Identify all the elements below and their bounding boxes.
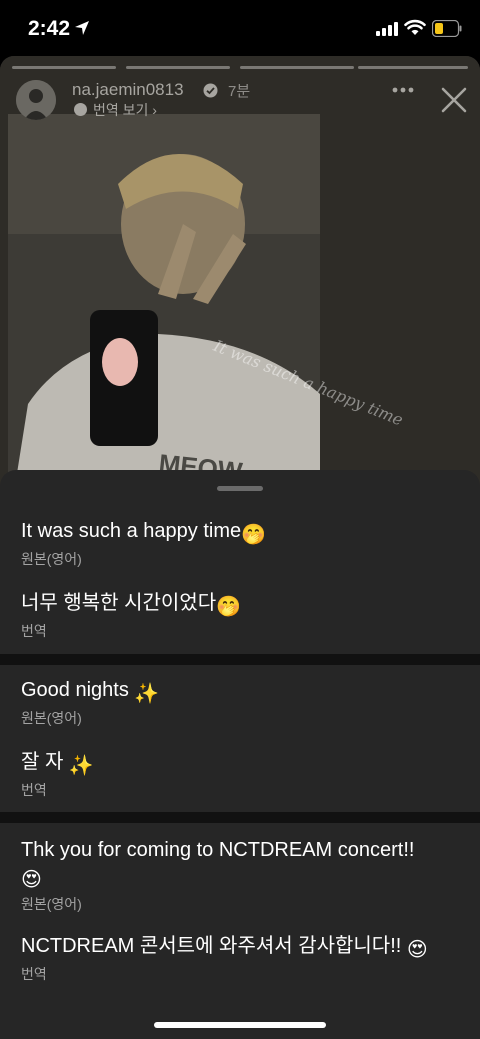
home-indicator[interactable]: [154, 1022, 326, 1028]
translation-entry: Thk you for coming to NCTDREAM concert!!…: [21, 837, 461, 914]
entry-label: 번역: [21, 966, 47, 982]
entry-text: NCTDREAM 콘서트에 와주셔서 감사합니다!!: [21, 935, 407, 957]
translation-entry: NCTDREAM 콘서트에 와주셔서 감사합니다!! 😍 번역: [21, 933, 461, 984]
entry-text: 잘 자: [21, 751, 69, 773]
sparkles-emoji: ✨: [68, 755, 94, 777]
entry-label: 번역: [21, 623, 47, 639]
translation-sheet: It was such a happy time🤭 원본(영어) 너무 행복한 …: [0, 470, 480, 1039]
section-divider: [0, 654, 480, 665]
section-divider: [0, 812, 480, 823]
location-arrow-icon: [75, 21, 89, 35]
close-icon[interactable]: [440, 86, 468, 114]
see-translation-link[interactable]: 번역 보기 ›: [74, 100, 157, 120]
entry-label: 번역: [21, 782, 47, 798]
entry-label: 원본(영어): [21, 710, 82, 726]
translation-entry: It was such a happy time🤭 원본(영어): [21, 518, 266, 569]
entry-text: 너무 행복한 시간이었다: [21, 592, 217, 614]
story-time-ago: 7분: [228, 83, 251, 100]
translation-entry: Good nights ✨ 원본(영어): [21, 677, 159, 728]
hand-over-mouth-emoji: 🤭: [241, 524, 267, 546]
entry-label: 원본(영어): [21, 551, 82, 567]
sheet-grabber[interactable]: [217, 486, 263, 491]
avatar[interactable]: [16, 80, 56, 120]
cellular-signal-icon: [376, 22, 398, 36]
story-username[interactable]: na.jaemin0813: [72, 80, 184, 100]
translate-icon: [74, 103, 87, 116]
entry-label: 원본(영어): [21, 896, 82, 912]
story-progress-segment: [240, 66, 354, 69]
story-viewer: MEOW na.jaemin0813 7분 번역 보기 › It was suc…: [0, 56, 480, 496]
battery-icon: [432, 20, 462, 37]
status-time: 2:42: [28, 17, 71, 40]
entry-text: Thk you for coming to NCTDREAM concert!!: [21, 839, 415, 861]
wifi-icon: [404, 19, 426, 35]
see-translation-label: 번역 보기: [93, 102, 149, 118]
status-bar: 2:42: [0, 0, 480, 56]
verified-badge-icon: [203, 83, 218, 98]
story-progress-segment: [358, 66, 468, 69]
sparkles-emoji: ✨: [134, 683, 160, 705]
heart-eyes-emoji: 😍: [406, 939, 428, 961]
heart-eyes-emoji: 😍: [21, 869, 42, 891]
entry-text: Good nights: [21, 679, 135, 701]
story-photo: MEOW: [8, 114, 320, 496]
more-options-icon[interactable]: [391, 86, 415, 94]
story-progress-segment: [12, 66, 116, 69]
entry-text: It was such a happy time: [21, 520, 242, 542]
translation-entry: 잘 자 ✨ 번역: [21, 749, 94, 800]
translation-entry: 너무 행복한 시간이었다🤭 번역: [21, 590, 241, 641]
story-progress-segment: [126, 66, 230, 69]
hand-over-mouth-emoji: 🤭: [216, 596, 242, 618]
